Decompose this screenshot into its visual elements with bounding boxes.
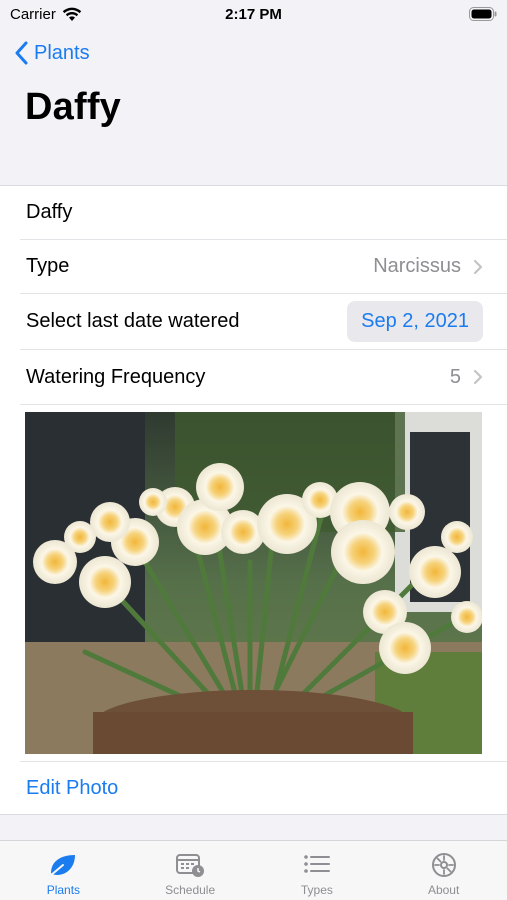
status-time: 2:17 PM [225,6,282,23]
edit-photo-row: Edit Photo [20,761,507,815]
gear-icon [431,853,456,877]
plant-photo [25,412,482,754]
back-button[interactable]: Plants [14,38,90,68]
tab-label: About [427,883,460,897]
tab-label: Schedule [165,883,216,897]
chevron-right-icon [473,369,483,385]
date-picker-button[interactable]: Sep 2, 2021 [347,301,483,342]
tab-schedule[interactable]: Schedule [127,841,254,900]
type-row[interactable]: Type Narcissus [20,240,507,294]
type-value: Narcissus [373,255,461,277]
plant-detail-form: Daffy Type Narcissus Select last date wa… [0,185,507,815]
calendar-clock-icon [176,854,205,877]
name-field-row[interactable]: Daffy [20,186,507,240]
watering-frequency-row[interactable]: Watering Frequency 5 [20,350,507,405]
watering-frequency-value: 5 [449,365,461,388]
last-watered-label: Select last date watered [26,310,240,332]
battery-icon [469,7,497,25]
tab-label: Types [300,883,333,897]
list-icon [304,855,330,873]
tab-bar: Plants Schedule Types About [0,840,507,900]
status-bar: Carrier 2:17 PM [0,0,507,30]
name-field[interactable]: Daffy [26,201,483,224]
edit-photo-button[interactable]: Edit Photo [26,777,118,800]
last-watered-row: Select last date watered Sep 2, 2021 [20,294,507,350]
type-label: Type [26,255,70,277]
page-title: Daffy [25,86,122,128]
leaf-icon [49,855,76,877]
tab-types[interactable]: Types [254,841,381,900]
back-button-label: Plants [34,41,90,64]
watering-frequency-label: Watering Frequency [26,365,206,388]
tab-label: Plants [46,883,81,897]
chevron-right-icon [473,259,483,274]
tab-about[interactable]: About [380,841,507,900]
tab-plants[interactable]: Plants [0,841,127,900]
chevron-left-icon [15,41,28,65]
